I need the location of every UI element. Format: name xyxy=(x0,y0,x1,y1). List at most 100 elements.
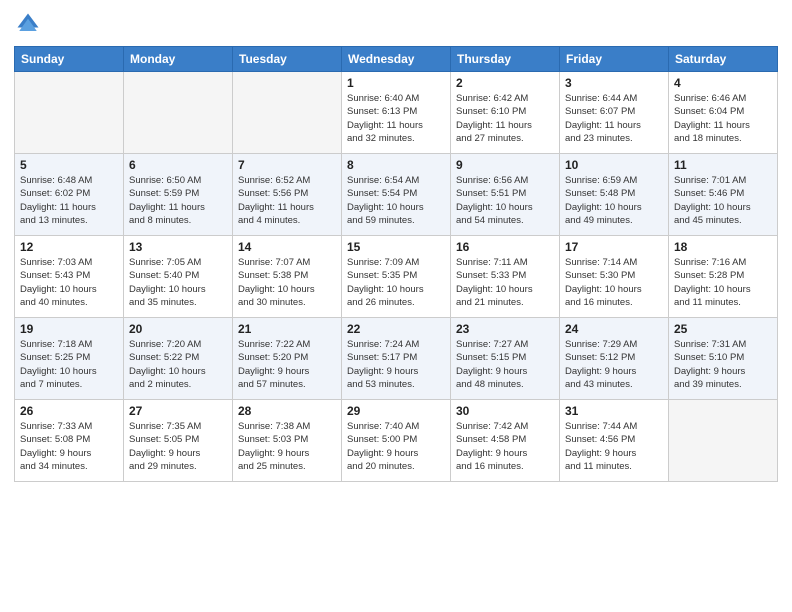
day-info: Sunrise: 6:52 AM Sunset: 5:56 PM Dayligh… xyxy=(238,174,336,227)
day-number: 23 xyxy=(456,322,554,336)
day-info: Sunrise: 7:20 AM Sunset: 5:22 PM Dayligh… xyxy=(129,338,227,391)
day-number: 16 xyxy=(456,240,554,254)
calendar-cell: 3Sunrise: 6:44 AM Sunset: 6:07 PM Daylig… xyxy=(560,72,669,154)
calendar-cell xyxy=(669,400,778,482)
calendar-cell: 28 Sunrise: 7:38 AM Sunset: 5:03 PM Dayli… xyxy=(233,400,342,482)
weekday-header-sunday: Sunday xyxy=(15,47,124,72)
calendar-cell xyxy=(233,72,342,154)
day-number: 1 xyxy=(347,76,445,90)
day-number: 12 xyxy=(20,240,118,254)
calendar-cell: 15 Sunrise: 7:09 AM Sunset: 5:35 PM Dayli… xyxy=(342,236,451,318)
day-number: 24 xyxy=(565,322,663,336)
calendar-cell: 7 Sunrise: 6:52 AM Sunset: 5:56 PM Daylig… xyxy=(233,154,342,236)
calendar-cell: 6 Sunrise: 6:50 AM Sunset: 5:59 PM Daylig… xyxy=(124,154,233,236)
day-info: Sunrise: 6:46 AM Sunset: 6:04 PM Dayligh… xyxy=(674,92,772,145)
weekday-header-friday: Friday xyxy=(560,47,669,72)
day-number: 18 xyxy=(674,240,772,254)
calendar-week-2: 5 Sunrise: 6:48 AM Sunset: 6:02 PM Daylig… xyxy=(15,154,778,236)
calendar-cell: 16 Sunrise: 7:11 AM Sunset: 5:33 PM Dayli… xyxy=(451,236,560,318)
calendar-cell: 2 Sunrise: 6:42 AM Sunset: 6:10 PM Daylig… xyxy=(451,72,560,154)
day-number: 2 xyxy=(456,76,554,90)
day-info: Sunrise: 7:03 AM Sunset: 5:43 PM Dayligh… xyxy=(20,256,118,309)
calendar-week-5: 26Sunrise: 7:33 AM Sunset: 5:08 PM Dayli… xyxy=(15,400,778,482)
day-number: 11 xyxy=(674,158,772,172)
calendar-cell: 8Sunrise: 6:54 AM Sunset: 5:54 PM Daylig… xyxy=(342,154,451,236)
calendar-cell xyxy=(15,72,124,154)
day-number: 10 xyxy=(565,158,663,172)
calendar-cell: 9 Sunrise: 6:56 AM Sunset: 5:51 PM Daylig… xyxy=(451,154,560,236)
day-number: 26 xyxy=(20,404,118,418)
day-number: 9 xyxy=(456,158,554,172)
day-info: Sunrise: 7:14 AM Sunset: 5:30 PM Dayligh… xyxy=(565,256,663,309)
day-info: Sunrise: 7:35 AM Sunset: 5:05 PM Dayligh… xyxy=(129,420,227,473)
day-number: 14 xyxy=(238,240,336,254)
day-info: Sunrise: 7:16 AM Sunset: 5:28 PM Dayligh… xyxy=(674,256,772,309)
calendar-cell: 26Sunrise: 7:33 AM Sunset: 5:08 PM Dayli… xyxy=(15,400,124,482)
calendar-cell: 14Sunrise: 7:07 AM Sunset: 5:38 PM Dayli… xyxy=(233,236,342,318)
day-number: 25 xyxy=(674,322,772,336)
weekday-header-thursday: Thursday xyxy=(451,47,560,72)
day-info: Sunrise: 7:01 AM Sunset: 5:46 PM Dayligh… xyxy=(674,174,772,227)
day-number: 19 xyxy=(20,322,118,336)
weekday-header-saturday: Saturday xyxy=(669,47,778,72)
day-number: 21 xyxy=(238,322,336,336)
day-number: 3 xyxy=(565,76,663,90)
calendar-cell: 13 Sunrise: 7:05 AM Sunset: 5:40 PM Dayli… xyxy=(124,236,233,318)
day-info: Sunrise: 6:48 AM Sunset: 6:02 PM Dayligh… xyxy=(20,174,118,227)
calendar-cell: 31Sunrise: 7:44 AM Sunset: 4:56 PM Dayli… xyxy=(560,400,669,482)
day-number: 31 xyxy=(565,404,663,418)
calendar-cell: 11 Sunrise: 7:01 AM Sunset: 5:46 PM Dayli… xyxy=(669,154,778,236)
calendar-cell: 19 Sunrise: 7:18 AM Sunset: 5:25 PM Dayli… xyxy=(15,318,124,400)
day-info: Sunrise: 7:18 AM Sunset: 5:25 PM Dayligh… xyxy=(20,338,118,391)
day-number: 22 xyxy=(347,322,445,336)
page: SundayMondayTuesdayWednesdayThursdayFrid… xyxy=(0,0,792,612)
calendar-cell xyxy=(124,72,233,154)
day-number: 15 xyxy=(347,240,445,254)
day-info: Sunrise: 7:40 AM Sunset: 5:00 PM Dayligh… xyxy=(347,420,445,473)
day-info: Sunrise: 6:50 AM Sunset: 5:59 PM Dayligh… xyxy=(129,174,227,227)
day-info: Sunrise: 7:38 AM Sunset: 5:03 PM Dayligh… xyxy=(238,420,336,473)
day-number: 30 xyxy=(456,404,554,418)
calendar-cell: 5 Sunrise: 6:48 AM Sunset: 6:02 PM Daylig… xyxy=(15,154,124,236)
day-info: Sunrise: 7:24 AM Sunset: 5:17 PM Dayligh… xyxy=(347,338,445,391)
day-info: Sunrise: 6:42 AM Sunset: 6:10 PM Dayligh… xyxy=(456,92,554,145)
day-number: 13 xyxy=(129,240,227,254)
logo xyxy=(14,10,46,38)
day-number: 28 xyxy=(238,404,336,418)
calendar-cell: 27 Sunrise: 7:35 AM Sunset: 5:05 PM Dayli… xyxy=(124,400,233,482)
day-number: 27 xyxy=(129,404,227,418)
day-number: 8 xyxy=(347,158,445,172)
day-number: 17 xyxy=(565,240,663,254)
calendar-cell: 18 Sunrise: 7:16 AM Sunset: 5:28 PM Dayli… xyxy=(669,236,778,318)
calendar-cell: 30 Sunrise: 7:42 AM Sunset: 4:58 PM Dayli… xyxy=(451,400,560,482)
calendar: SundayMondayTuesdayWednesdayThursdayFrid… xyxy=(14,46,778,482)
day-info: Sunrise: 7:27 AM Sunset: 5:15 PM Dayligh… xyxy=(456,338,554,391)
calendar-week-3: 12 Sunrise: 7:03 AM Sunset: 5:43 PM Dayli… xyxy=(15,236,778,318)
calendar-cell: 12 Sunrise: 7:03 AM Sunset: 5:43 PM Dayli… xyxy=(15,236,124,318)
calendar-cell: 17 Sunrise: 7:14 AM Sunset: 5:30 PM Dayli… xyxy=(560,236,669,318)
day-number: 5 xyxy=(20,158,118,172)
calendar-cell: 24 Sunrise: 7:29 AM Sunset: 5:12 PM Dayli… xyxy=(560,318,669,400)
day-info: Sunrise: 7:11 AM Sunset: 5:33 PM Dayligh… xyxy=(456,256,554,309)
header xyxy=(14,10,778,38)
calendar-cell: 25Sunrise: 7:31 AM Sunset: 5:10 PM Dayli… xyxy=(669,318,778,400)
day-number: 29 xyxy=(347,404,445,418)
calendar-cell: 1 Sunrise: 6:40 AM Sunset: 6:13 PM Daylig… xyxy=(342,72,451,154)
calendar-week-1: 1 Sunrise: 6:40 AM Sunset: 6:13 PM Daylig… xyxy=(15,72,778,154)
calendar-week-4: 19 Sunrise: 7:18 AM Sunset: 5:25 PM Dayli… xyxy=(15,318,778,400)
day-info: Sunrise: 6:59 AM Sunset: 5:48 PM Dayligh… xyxy=(565,174,663,227)
day-info: Sunrise: 7:05 AM Sunset: 5:40 PM Dayligh… xyxy=(129,256,227,309)
day-info: Sunrise: 6:56 AM Sunset: 5:51 PM Dayligh… xyxy=(456,174,554,227)
day-info: Sunrise: 7:29 AM Sunset: 5:12 PM Dayligh… xyxy=(565,338,663,391)
calendar-cell: 4Sunrise: 6:46 AM Sunset: 6:04 PM Daylig… xyxy=(669,72,778,154)
day-info: Sunrise: 7:42 AM Sunset: 4:58 PM Dayligh… xyxy=(456,420,554,473)
calendar-cell: 23 Sunrise: 7:27 AM Sunset: 5:15 PM Dayli… xyxy=(451,318,560,400)
calendar-cell: 20 Sunrise: 7:20 AM Sunset: 5:22 PM Dayli… xyxy=(124,318,233,400)
day-info: Sunrise: 6:40 AM Sunset: 6:13 PM Dayligh… xyxy=(347,92,445,145)
day-number: 20 xyxy=(129,322,227,336)
weekday-header-tuesday: Tuesday xyxy=(233,47,342,72)
day-info: Sunrise: 7:22 AM Sunset: 5:20 PM Dayligh… xyxy=(238,338,336,391)
day-number: 7 xyxy=(238,158,336,172)
day-info: Sunrise: 7:09 AM Sunset: 5:35 PM Dayligh… xyxy=(347,256,445,309)
day-number: 6 xyxy=(129,158,227,172)
